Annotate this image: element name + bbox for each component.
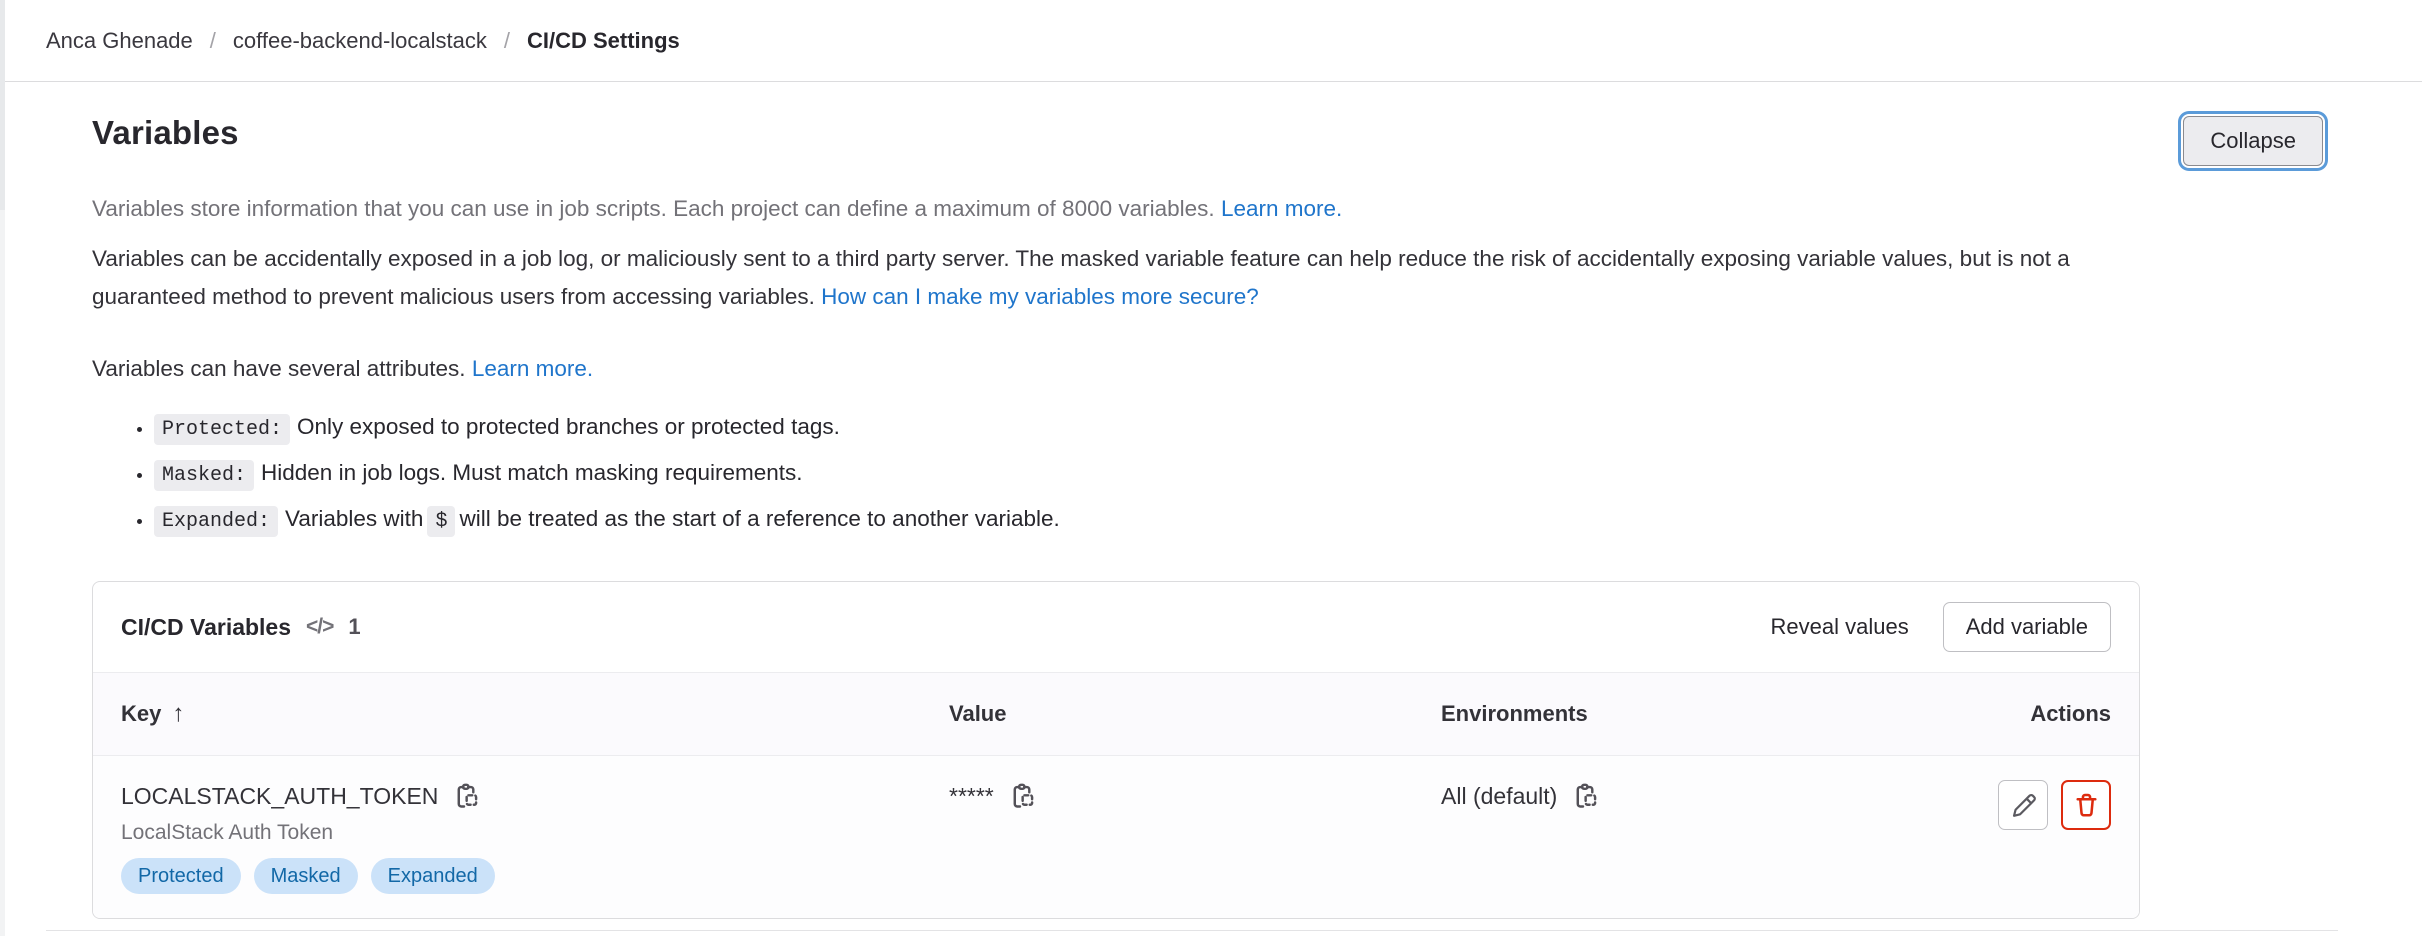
attributes-paragraph: Variables can have several attributes. L… <box>92 350 2170 388</box>
top-breadcrumb-bar: Anca Ghenade / coffee-backend-localstack… <box>0 0 2422 82</box>
actions-cell <box>1853 756 2139 919</box>
sort-ascending-icon: ↑ <box>172 700 184 727</box>
table-header-row: Key ↑ Value Environments Actions <box>93 673 2139 756</box>
badge-expanded: Expanded <box>371 858 495 894</box>
copy-key-button[interactable] <box>453 782 481 810</box>
variable-environments: All (default) <box>1441 783 1557 810</box>
clipboard-copy-icon <box>453 782 481 810</box>
sidebar-rail-segment <box>0 0 5 210</box>
variables-section-header: Variables Collapse <box>92 114 2330 166</box>
card-title-group: CI/CD Variables </> 1 <box>121 614 361 641</box>
column-header-environments: Environments <box>1413 673 1853 756</box>
badge-list: Protected Masked Expanded <box>121 858 893 894</box>
masked-text: Hidden in job logs. Must match masking r… <box>261 460 803 485</box>
variables-description: Variables store information that you can… <box>92 190 2170 537</box>
badge-masked: Masked <box>254 858 358 894</box>
secure-variables-link[interactable]: How can I make my variables more secure? <box>821 284 1259 309</box>
table-row: LOCALSTACK_AUTH_TOKEN LocalStack Au <box>93 756 2139 919</box>
masked-code-chip: Masked: <box>154 460 254 491</box>
copy-value-button[interactable] <box>1009 782 1037 810</box>
attributes-text: Variables can have several attributes. <box>92 356 466 381</box>
attributes-learn-more-link[interactable]: Learn more. <box>472 356 593 381</box>
next-section-divider <box>46 930 2338 931</box>
list-item-protected: Protected: Only exposed to protected bran… <box>154 412 2170 445</box>
learn-more-link[interactable]: Learn more. <box>1221 196 1342 221</box>
reveal-values-button[interactable]: Reveal values <box>1767 606 1913 648</box>
breadcrumb-separator: / <box>504 28 510 54</box>
breadcrumb-current-page: CI/CD Settings <box>527 28 680 54</box>
breadcrumb: Anca Ghenade / coffee-backend-localstack… <box>46 28 680 54</box>
settings-content: Variables Collapse Variables store infor… <box>0 114 2422 919</box>
breadcrumb-link-project[interactable]: coffee-backend-localstack <box>233 28 487 54</box>
code-icon: </> <box>306 615 333 639</box>
badge-protected: Protected <box>121 858 241 894</box>
key-header-label: Key <box>121 701 161 726</box>
expanded-code-chip: Expanded: <box>154 506 278 537</box>
protected-code-chip: Protected: <box>154 414 290 445</box>
list-item-masked: Masked: Hidden in job logs. Must match ma… <box>154 458 2170 491</box>
edit-variable-button[interactable] <box>1998 780 2048 830</box>
variable-key: LOCALSTACK_AUTH_TOKEN <box>121 783 438 810</box>
protected-text: Only exposed to protected branches or pr… <box>297 414 840 439</box>
variable-description: LocalStack Auth Token <box>121 821 893 845</box>
variable-value-masked: ***** <box>949 783 994 810</box>
variables-table: Key ↑ Value Environments Actions LOCALSTA… <box>93 672 2139 918</box>
column-header-value: Value <box>921 673 1413 756</box>
value-cell: ***** <box>921 756 1413 919</box>
clipboard-copy-icon <box>1009 782 1037 810</box>
key-cell: LOCALSTACK_AUTH_TOKEN LocalStack Au <box>93 756 921 919</box>
cicd-variables-card: CI/CD Variables </> 1 Reveal values Add … <box>92 581 2140 919</box>
card-title: CI/CD Variables <box>121 614 291 641</box>
warning-paragraph: Variables can be accidentally exposed in… <box>92 240 2170 316</box>
variable-count: 1 <box>348 614 360 640</box>
cutoff-sidebar-rail <box>0 0 5 936</box>
breadcrumb-separator: / <box>210 28 216 54</box>
clipboard-copy-icon <box>1572 782 1600 810</box>
column-header-key[interactable]: Key ↑ <box>93 673 921 756</box>
card-header: CI/CD Variables </> 1 Reveal values Add … <box>93 582 2139 672</box>
copy-environments-button[interactable] <box>1572 782 1600 810</box>
attributes-list: Protected: Only exposed to protected bran… <box>92 412 2170 537</box>
intro-paragraph: Variables store information that you can… <box>92 190 2170 228</box>
add-variable-button[interactable]: Add variable <box>1943 602 2111 652</box>
column-header-actions: Actions <box>1853 673 2139 756</box>
list-item-expanded: Expanded: Variables with$will be treated … <box>154 504 2170 537</box>
environments-cell: All (default) <box>1413 756 1853 919</box>
pencil-icon <box>2010 792 2037 819</box>
intro-text: Variables store information that you can… <box>92 196 1215 221</box>
trash-icon <box>2073 792 2100 819</box>
expanded-text-after: will be treated as the start of a refere… <box>459 506 1059 531</box>
collapse-button[interactable]: Collapse <box>2183 116 2323 166</box>
delete-variable-button[interactable] <box>2061 780 2111 830</box>
page-title: Variables <box>92 114 239 152</box>
card-actions: Reveal values Add variable <box>1767 602 2112 652</box>
expanded-text-before: Variables with <box>285 506 423 531</box>
breadcrumb-link-namespace[interactable]: Anca Ghenade <box>46 28 193 54</box>
dollar-code-chip: $ <box>427 506 455 537</box>
